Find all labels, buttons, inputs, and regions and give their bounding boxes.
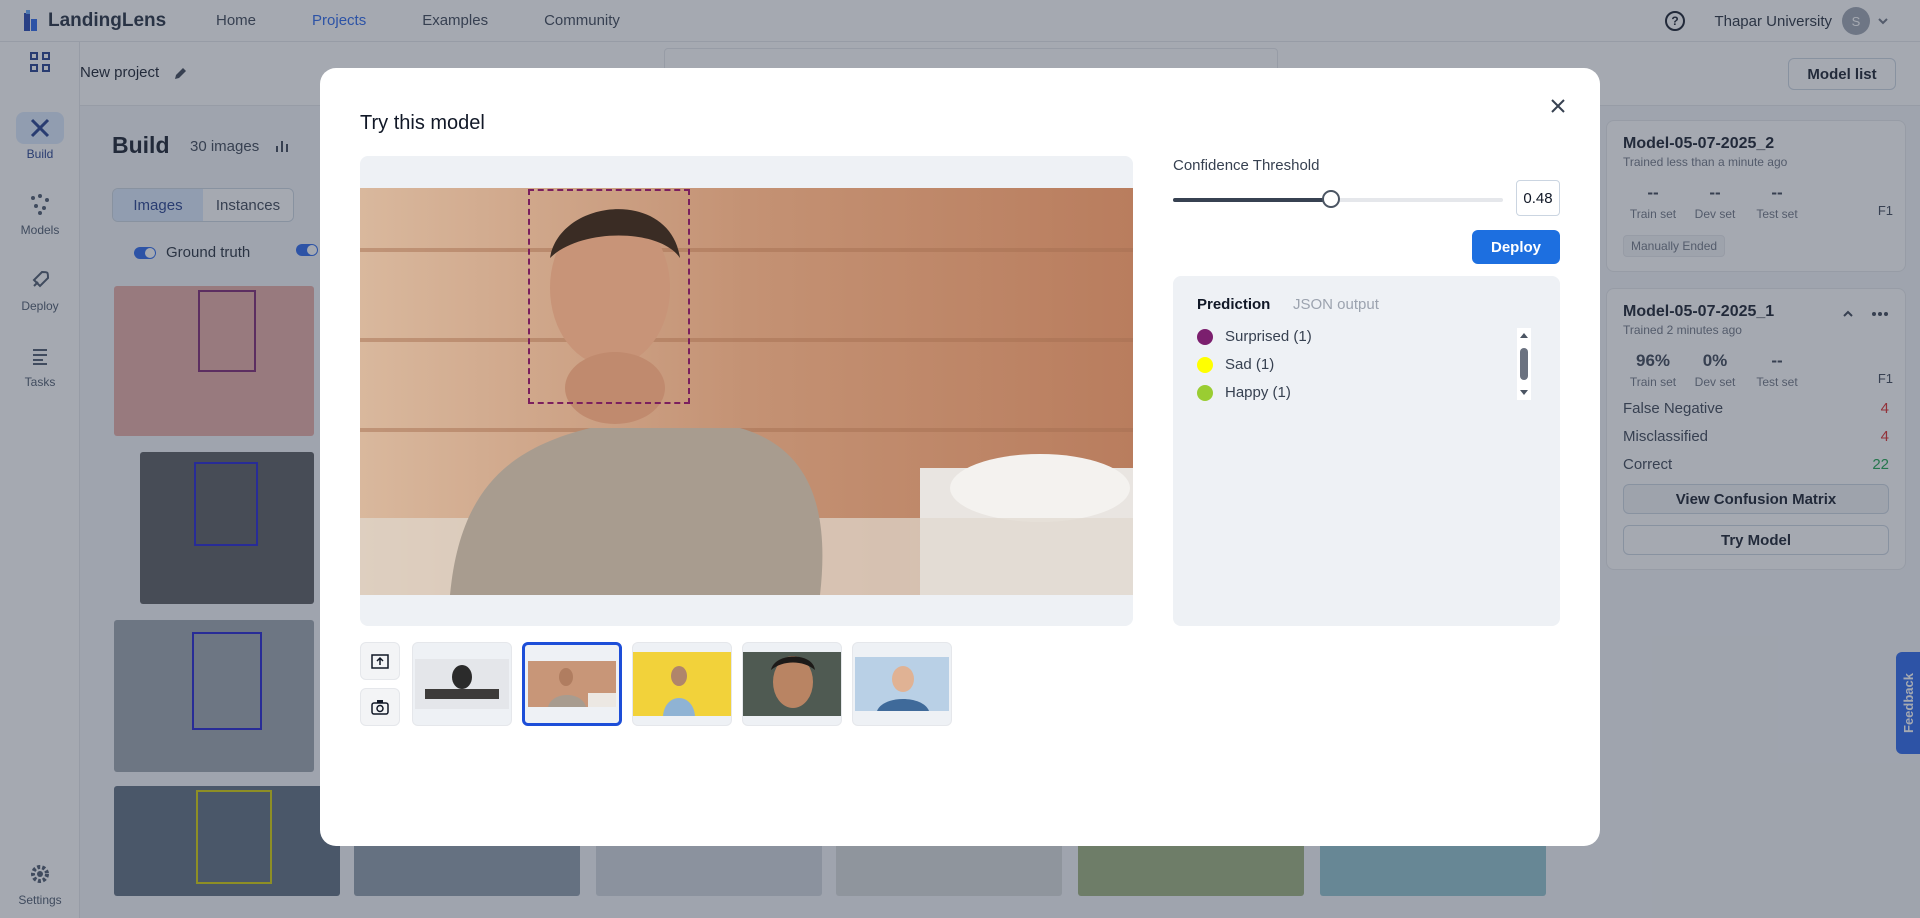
prediction-label: Sad (1): [1225, 356, 1275, 373]
thumbnail-tools: [360, 642, 400, 726]
confidence-threshold-label: Confidence Threshold: [1173, 157, 1320, 174]
upload-icon: [371, 654, 389, 669]
tab-json-output[interactable]: JSON output: [1293, 296, 1379, 313]
prediction-list: Surprised (1) Sad (1) Happy (1): [1197, 328, 1312, 412]
camera-icon: [371, 700, 389, 715]
prediction-label: Happy (1): [1225, 384, 1291, 401]
preview-image: [360, 188, 1133, 595]
camera-button[interactable]: [360, 688, 400, 726]
prediction-label: Surprised (1): [1225, 328, 1312, 345]
close-button[interactable]: [1546, 94, 1570, 118]
deploy-button[interactable]: Deploy: [1472, 230, 1560, 264]
confidence-value-input[interactable]: 0.48: [1516, 180, 1560, 216]
try-model-modal: Try this model Confidence Threshold 0.48…: [320, 68, 1600, 846]
thumbnail-image: [743, 652, 841, 716]
upload-button[interactable]: [360, 642, 400, 680]
prediction-list-scrollbar[interactable]: [1517, 328, 1531, 400]
close-icon: [1551, 99, 1565, 113]
thumbnail-image: [855, 657, 949, 711]
prediction-item: Surprised (1): [1197, 328, 1312, 345]
class-color-dot: [1197, 384, 1213, 401]
thumbnail-4[interactable]: [742, 642, 842, 726]
class-color-dot: [1197, 328, 1213, 345]
prediction-item: Sad (1): [1197, 356, 1312, 373]
confidence-slider-handle[interactable]: [1322, 190, 1341, 208]
thumbnail-1[interactable]: [412, 642, 512, 726]
prediction-bounding-box: [528, 189, 690, 404]
class-color-dot: [1197, 356, 1213, 373]
modal-title: Try this model: [360, 112, 485, 134]
thumbnail-3[interactable]: [632, 642, 732, 726]
thumbnail-5[interactable]: [852, 642, 952, 726]
prediction-preview: [360, 156, 1133, 626]
thumbnail-image: [633, 652, 731, 716]
prediction-item: Happy (1): [1197, 384, 1312, 401]
confidence-slider[interactable]: [1173, 190, 1503, 208]
thumbnail-image: [528, 661, 616, 707]
prediction-panel: Prediction JSON output Surprised (1) Sad…: [1173, 276, 1560, 626]
confidence-slider-fill: [1173, 198, 1332, 202]
thumbnail-image: [415, 659, 509, 709]
thumbnail-2-selected[interactable]: [522, 642, 622, 726]
preview-photo: [360, 188, 1133, 595]
tab-prediction[interactable]: Prediction: [1197, 296, 1270, 313]
sample-thumbnails: [360, 642, 962, 726]
